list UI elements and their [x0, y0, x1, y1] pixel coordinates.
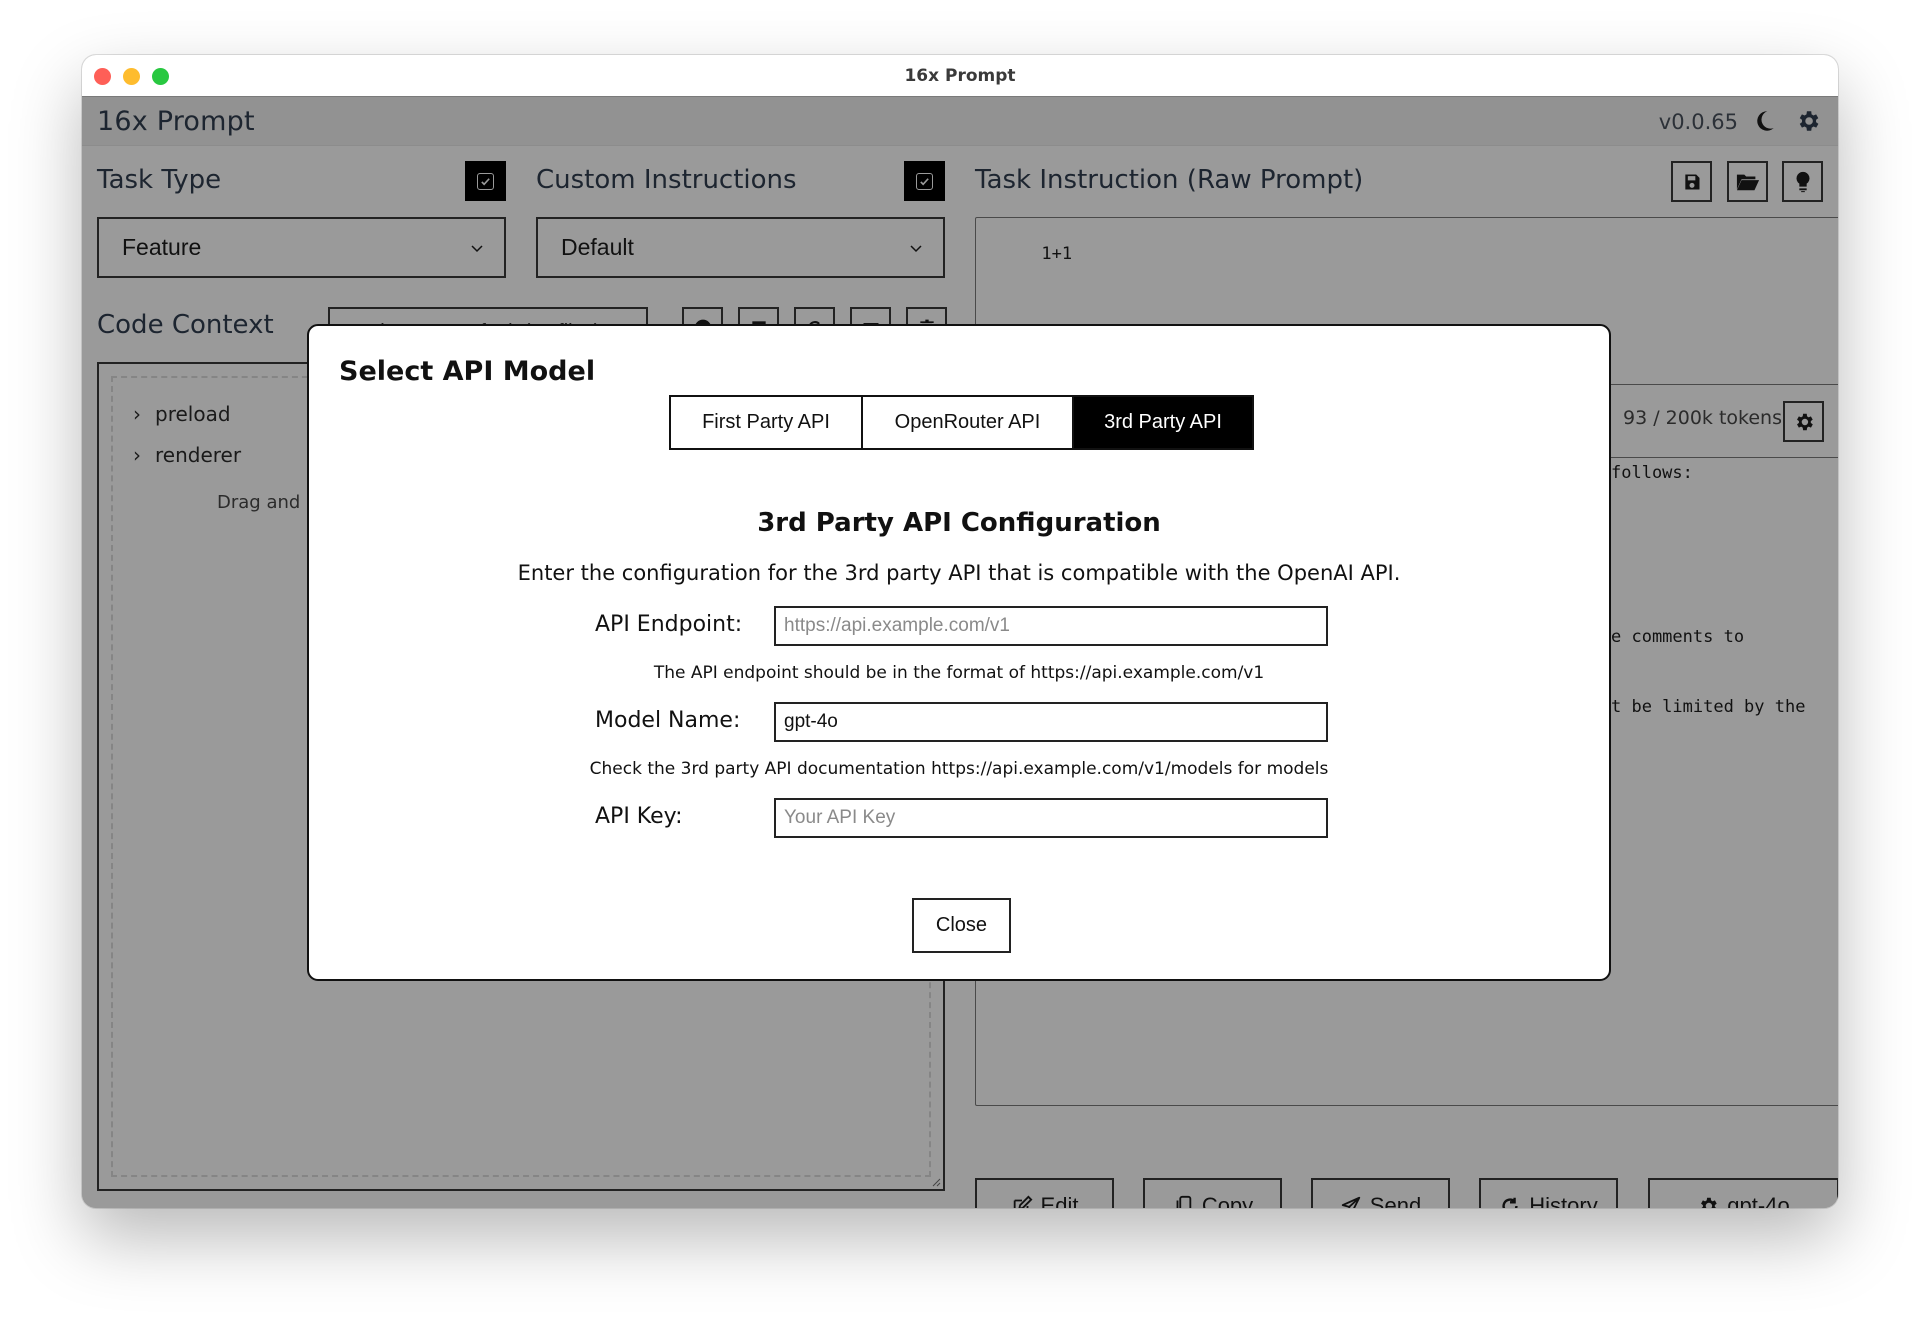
select-api-model-modal: Select API Model First Party API OpenRou…: [307, 324, 1611, 981]
chevron-right-icon: ›: [133, 402, 141, 426]
check-icon: [481, 177, 490, 185]
task-type-value: Feature: [122, 234, 202, 260]
tree-item-renderer[interactable]: › renderer: [133, 443, 241, 467]
save-prompt-button[interactable]: [1671, 161, 1712, 202]
check-icon: [920, 177, 929, 185]
api-endpoint-hint: The API endpoint should be in the format…: [653, 663, 1265, 683]
custom-instructions-value: Default: [561, 234, 634, 260]
window-title: 16x Prompt: [904, 66, 1016, 86]
code-context-title: Code Context: [97, 310, 274, 340]
custom-instructions-toggle[interactable]: [904, 161, 945, 201]
api-key-input[interactable]: [774, 798, 1328, 838]
version-label: v0.0.65: [1658, 110, 1738, 134]
api-tabs: First Party API OpenRouter API 3rd Party…: [669, 395, 1254, 450]
copy-button[interactable]: Copy: [1143, 1178, 1282, 1208]
token-count: 93 / 200k tokens: [1623, 407, 1782, 429]
api-endpoint-label: API Endpoint:: [595, 612, 743, 637]
window-titlebar: 16x Prompt: [82, 55, 1838, 97]
tab-first-party-api[interactable]: First Party API: [671, 397, 861, 448]
model-name-hint: Check the 3rd party API documentation ht…: [589, 759, 1329, 779]
send-button-label: Send: [1369, 1193, 1422, 1208]
config-title: 3rd Party API Configuration: [757, 508, 1161, 538]
task-type-title: Task Type: [97, 165, 222, 195]
tab-third-party-api[interactable]: 3rd Party API: [1072, 397, 1252, 448]
moon-icon[interactable]: [1751, 108, 1777, 134]
modal-title: Select API Model: [339, 356, 596, 387]
save-icon: [1684, 174, 1699, 189]
tree-item-label: preload: [155, 402, 231, 426]
task-instruction-title: Task Instruction (Raw Prompt): [975, 165, 1364, 195]
api-endpoint-input[interactable]: [774, 606, 1328, 646]
final-prompt-line: e comments to: [1611, 627, 1745, 647]
folder-open-icon: [1736, 174, 1759, 190]
gear-icon[interactable]: [1795, 108, 1821, 134]
gear-icon: [1701, 1197, 1718, 1208]
chevron-down-icon: [910, 245, 922, 253]
copy-button-label: Copy: [1201, 1193, 1254, 1208]
task-type-toggle[interactable]: [465, 161, 506, 201]
prompt-tips-button[interactable]: [1782, 161, 1823, 202]
edit-button[interactable]: Edit: [975, 1178, 1114, 1208]
send-button[interactable]: Send: [1311, 1178, 1450, 1208]
close-button[interactable]: Close: [912, 898, 1011, 953]
tree-item-label: renderer: [155, 443, 242, 467]
app-header: 16x Prompt v0.0.65: [82, 97, 1838, 146]
history-icon: [1502, 1197, 1518, 1208]
resize-grip-icon[interactable]: [929, 1175, 941, 1187]
history-button-label: History: [1529, 1193, 1598, 1208]
edit-button-label: Edit: [1040, 1193, 1079, 1208]
app-title: 16x Prompt: [97, 106, 255, 137]
model-settings-label: gpt-4o: [1727, 1193, 1790, 1208]
chevron-right-icon: ›: [133, 443, 141, 467]
copy-icon: [1176, 1195, 1192, 1208]
custom-instructions-select[interactable]: Default: [536, 217, 945, 278]
custom-instructions-title: Custom Instructions: [536, 165, 797, 195]
final-prompt-line: t be limited by the: [1611, 697, 1806, 717]
gear-icon: [1796, 413, 1813, 430]
edit-icon: [1013, 1195, 1032, 1208]
chevron-down-icon: [471, 245, 483, 253]
history-button[interactable]: History: [1479, 1178, 1618, 1208]
token-settings-button[interactable]: [1783, 401, 1824, 442]
send-icon: [1341, 1196, 1360, 1208]
task-instruction-value: 1+1: [1041, 244, 1073, 264]
lightbulb-icon: [1796, 171, 1809, 192]
tab-openrouter-api[interactable]: OpenRouter API: [861, 397, 1072, 448]
tree-item-preload[interactable]: › preload: [133, 402, 231, 426]
model-settings-button[interactable]: gpt-4o: [1648, 1178, 1838, 1208]
model-name-input[interactable]: [774, 702, 1328, 742]
model-name-label: Model Name:: [595, 708, 741, 733]
open-prompt-button[interactable]: [1727, 161, 1768, 202]
api-key-label: API Key:: [595, 804, 683, 829]
task-type-select[interactable]: Feature: [97, 217, 506, 278]
config-description: Enter the configuration for the 3rd part…: [517, 561, 1401, 585]
final-prompt-line: follows:: [1611, 463, 1693, 483]
